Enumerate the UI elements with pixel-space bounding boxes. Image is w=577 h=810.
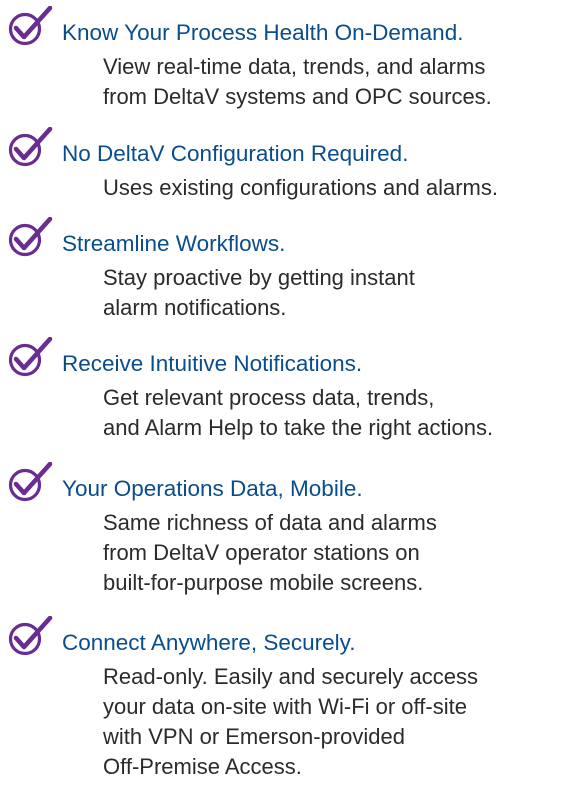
feature-description-line: and Alarm Help to take the right actions… [103, 415, 494, 440]
feature-description-line: View real-time data, trends, and alarms [103, 54, 486, 79]
feature-description: View real-time data, trends, and alarms f… [103, 52, 573, 112]
checkmark-circle-icon [6, 616, 58, 656]
feature-description-line: Same richness of data and alarms [103, 510, 437, 535]
feature-title: Streamline Workflows. [62, 231, 286, 256]
feature-description: Same richness of data and alarms from Del… [103, 508, 573, 598]
feature-description: Read-only. Easily and securely access you… [103, 662, 573, 782]
feature-description-line: Uses existing configurations and alarms. [103, 175, 498, 200]
feature-description-line: with VPN or Emerson-provided [103, 724, 406, 749]
feature-description-line: alarm notifications. [103, 295, 287, 320]
feature-description: Stay proactive by getting instant alarm n… [103, 263, 573, 323]
feature-title: Connect Anywhere, Securely. [62, 630, 356, 655]
feature-description-line: Read-only. Easily and securely access [103, 664, 478, 689]
feature-description-line: Get relevant process data, trends, [103, 385, 435, 410]
checkmark-circle-icon [6, 127, 58, 167]
feature-title: No DeltaV Configuration Required. [62, 141, 409, 166]
feature-description: Uses existing configurations and alarms. [103, 173, 573, 203]
checkmark-circle-icon [6, 6, 58, 46]
checkmark-circle-icon [6, 217, 58, 257]
feature-description: Get relevant process data, trends, and Al… [103, 383, 573, 443]
feature-description-line: built-for-purpose mobile screens. [103, 570, 424, 595]
feature-title: Your Operations Data, Mobile. [62, 476, 363, 501]
feature-title: Receive Intuitive Notifications. [62, 351, 363, 376]
feature-description-line: Stay proactive by getting instant [103, 265, 415, 290]
feature-description-line: from DeltaV operator stations on [103, 540, 420, 565]
feature-description-line: Off-Premise Access. [103, 754, 302, 779]
checkmark-circle-icon [6, 462, 58, 502]
feature-list: Know Your Process Health On-Demand. View … [0, 0, 577, 810]
checkmark-circle-icon [6, 337, 58, 377]
feature-description-line: your data on-site with Wi-Fi or off-site [103, 694, 467, 719]
feature-title: Know Your Process Health On-Demand. [62, 20, 464, 45]
feature-description-line: from DeltaV systems and OPC sources. [103, 84, 492, 109]
